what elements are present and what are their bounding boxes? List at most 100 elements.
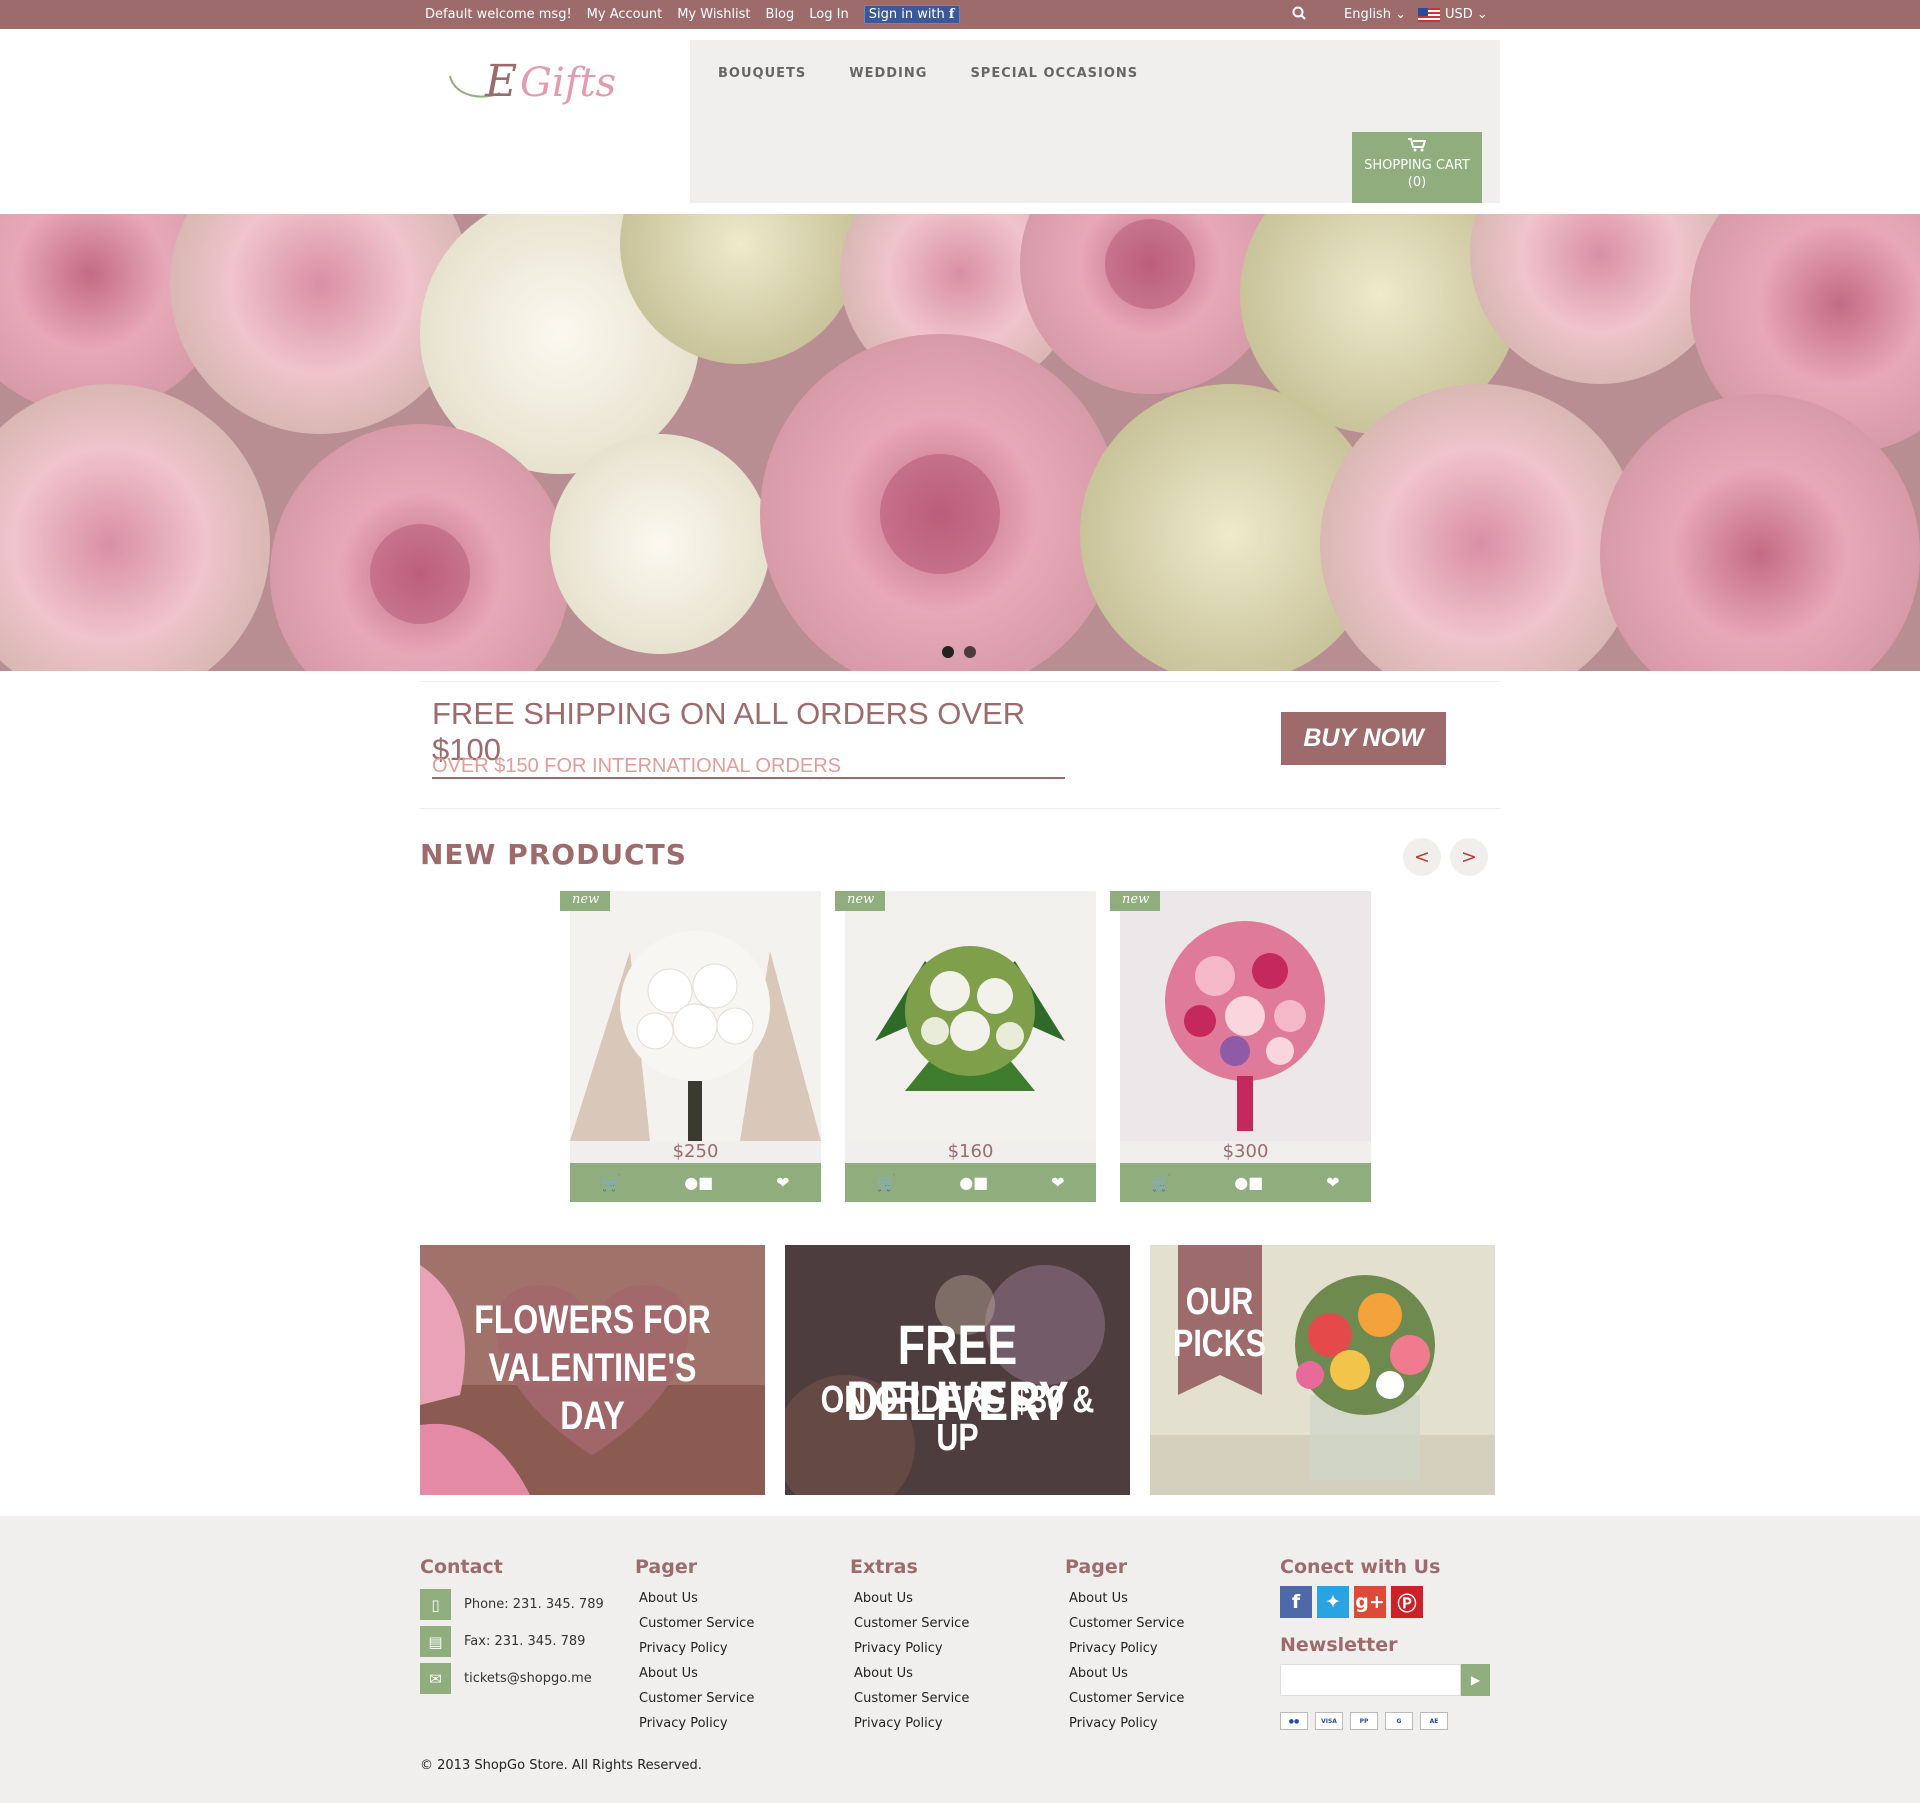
my-wishlist-link[interactable]: My Wishlist [677,7,750,22]
nav-item-bouquets[interactable]: BOUQUETS [718,66,806,81]
contact-email: ✉ tickets@shopgo.me [420,1660,604,1697]
new-products-title: NEW PRODUCTS [420,838,687,871]
log-in-link[interactable]: Log In [809,7,848,22]
footer-pager-1: Pager About Us Customer Service Privacy … [635,1556,754,1736]
valentines-line-1: FLOWERS FOR [474,1298,711,1342]
cart-icon [1352,138,1482,157]
footer-contact: Contact ▯ Phone: 231. 345. 789 ▤ Fax: 231.… [420,1556,604,1697]
footer-link-privacy-policy[interactable]: Privacy Policy [635,1636,754,1661]
logo-initial: E [484,56,517,107]
delivery-subline: ON ORDERS $30 & UP [820,1379,1095,1459]
top-links: Default welcome msg! My Account My Wishl… [425,0,960,29]
language-value: English [1344,7,1391,22]
valentines-text: FLOWERS FOR VALENTINE'S DAY [455,1300,731,1436]
footer-pager-2: Pager About Us Customer Service Privacy … [1065,1556,1184,1736]
footer-link-privacy-policy[interactable]: Privacy Policy [635,1711,754,1736]
newsletter-title: Newsletter [1280,1634,1398,1656]
wishlist-heart-icon[interactable]: ❤ [776,1173,789,1192]
slider-dots [942,646,976,658]
newsletter-submit-button[interactable]: ▶ [1461,1664,1490,1696]
footer: Contact ▯ Phone: 231. 345. 789 ▤ Fax: 231.… [0,1516,1920,1803]
wishlist-heart-icon[interactable]: ❤ [1051,1173,1064,1192]
my-account-link[interactable]: My Account [587,7,663,22]
product-image-white-bouquet[interactable] [570,891,821,1141]
buy-now-button[interactable]: BUY NOW [1281,712,1446,765]
footer-link-privacy-policy[interactable]: Privacy Policy [850,1636,969,1661]
footer-link-about-us[interactable]: About Us [635,1586,754,1611]
currency-select[interactable]: USD ⌄ [1418,7,1488,22]
free-shipping-banner: FREE SHIPPING ON ALL ORDERS OVER $100 OV… [420,681,1500,809]
site-logo[interactable]: E Gifts [445,38,616,120]
carousel-prev-button[interactable]: < [1403,838,1441,876]
product-price: $300 [1120,1141,1371,1163]
footer-link-customer-service[interactable]: Customer Service [635,1686,754,1711]
twitter-icon[interactable]: ✦ [1317,1586,1349,1618]
footer-link-about-us[interactable]: About Us [1065,1661,1184,1686]
add-to-cart-icon[interactable]: 🛒 [601,1173,621,1192]
compare-icon[interactable]: ●■ [959,1173,988,1192]
footer-link-privacy-policy[interactable]: Privacy Policy [850,1711,969,1736]
pinterest-icon[interactable]: Ⓟ [1391,1586,1423,1618]
footer-link-customer-service[interactable]: Customer Service [1065,1686,1184,1711]
google-plus-icon[interactable]: g+ [1354,1586,1386,1618]
cart-label: SHOPPING CART [1364,158,1470,173]
footer-link-about-us[interactable]: About Us [850,1586,969,1611]
footer-link-customer-service[interactable]: Customer Service [635,1611,754,1636]
footer-link-customer-service[interactable]: Customer Service [850,1611,969,1636]
newsletter-email-input[interactable] [1280,1664,1461,1696]
nav-item-wedding[interactable]: WEDDING [849,66,927,81]
promo-our-picks[interactable]: OUR PICKS [1150,1245,1495,1495]
compare-icon[interactable]: ●■ [684,1173,713,1192]
copyright: © 2013 ShopGo Store. All Rights Reserved… [420,1758,702,1773]
visa-icon: VISA [1315,1712,1343,1730]
main-menu: BOUQUETS WEDDING SPECIAL OCCASIONS [718,66,1138,81]
product-actions: 🛒 ●■ ❤ [570,1163,821,1202]
pager-title: Pager [635,1556,698,1578]
newsletter-form: ▶ [1280,1664,1490,1696]
compare-icon[interactable]: ●■ [1234,1173,1263,1192]
product-image-green-bouquet[interactable] [845,891,1096,1141]
slider-dot-2[interactable] [964,646,976,658]
footer-link-customer-service[interactable]: Customer Service [850,1686,969,1711]
promo-free-delivery[interactable]: FREE DELIVERY ON ORDERS $30 & UP [785,1245,1130,1495]
footer-link-about-us[interactable]: About Us [850,1661,969,1686]
mastercard-icon: ●● [1280,1712,1308,1730]
fax-text: Fax: 231. 345. 789 [464,1634,586,1649]
footer-connect: Conect with Us f ✦ g+ Ⓟ Newsletter ▶ ●● … [1280,1556,1490,1730]
valentines-line-2: VALENTINE'S [488,1346,697,1390]
product-image-pink-bouquet[interactable] [1120,891,1371,1141]
phone-icon: ▯ [420,1589,451,1620]
product-actions: 🛒 ●■ ❤ [1120,1163,1371,1202]
american-express-icon: AE [1420,1712,1448,1730]
footer-link-privacy-policy[interactable]: Privacy Policy [1065,1636,1184,1661]
add-to-cart-icon[interactable]: 🛒 [1151,1173,1171,1192]
facebook-sign-in-button[interactable]: Sign in with f [863,5,960,24]
envelope-icon: ✉ [420,1663,451,1694]
email-link[interactable]: tickets@shopgo.me [464,1671,592,1686]
shopping-cart-button[interactable]: SHOPPING CART (0) [1352,132,1482,203]
currency-value: USD [1445,7,1473,22]
footer-link-about-us[interactable]: About Us [1065,1586,1184,1611]
language-select[interactable]: English ⌄ [1344,7,1406,22]
promo-valentines[interactable]: FLOWERS FOR VALENTINE'S DAY [420,1245,765,1495]
facebook-icon[interactable]: f [1280,1586,1312,1618]
blog-link[interactable]: Blog [766,7,795,22]
hero-slider[interactable] [0,214,1920,671]
payment-cards: ●● VISA PP G AE [1280,1712,1490,1730]
add-to-cart-icon[interactable]: 🛒 [876,1173,896,1192]
nav-item-special-occasions[interactable]: SPECIAL OCCASIONS [970,66,1138,81]
carousel-next-button[interactable]: > [1450,838,1488,876]
slider-dot-1[interactable] [942,646,954,658]
footer-link-privacy-policy[interactable]: Privacy Policy [1065,1711,1184,1736]
cart-count: (0) [1407,175,1427,190]
welcome-message: Default welcome msg! [425,7,572,22]
footer-link-about-us[interactable]: About Us [635,1661,754,1686]
wishlist-heart-icon[interactable]: ❤ [1326,1173,1339,1192]
phone-text: Phone: 231. 345. 789 [464,1597,604,1612]
our-picks-line-1: OUR [1185,1281,1254,1323]
new-badge: new [835,891,885,911]
footer-link-customer-service[interactable]: Customer Service [1065,1611,1184,1636]
our-picks-line-2: PICKS [1173,1323,1266,1365]
search-icon[interactable] [1292,6,1306,24]
fax-document-icon: ▤ [420,1626,451,1657]
